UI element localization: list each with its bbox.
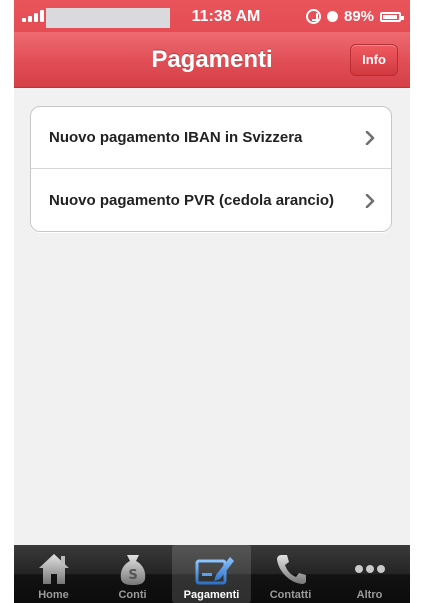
status-time: 11:38 AM xyxy=(191,8,261,25)
tab-pagamenti[interactable]: Pagamenti xyxy=(172,545,251,603)
tab-label: Pagamenti xyxy=(183,589,240,601)
signal-strength-icon xyxy=(22,10,46,22)
tab-home[interactable]: Home xyxy=(14,545,93,603)
house-icon xyxy=(39,554,69,584)
svg-text:S: S xyxy=(128,568,137,583)
tab-altro[interactable]: Altro xyxy=(330,545,409,603)
battery-percentage: 89% xyxy=(344,8,375,25)
list-item-label: Nuovo pagamento IBAN in Svizzera xyxy=(49,129,303,146)
chevron-right-icon xyxy=(365,194,375,208)
phone-icon xyxy=(277,555,306,584)
tab-label: Altro xyxy=(356,589,383,601)
list-item-pvr-payment[interactable]: Nuovo pagamento PVR (cedola arancio) xyxy=(31,170,391,232)
more-dots-icon xyxy=(355,565,385,573)
carrier-redacted-block xyxy=(46,8,170,28)
alarm-icon xyxy=(327,11,338,22)
tab-contatti[interactable]: Contatti xyxy=(251,545,330,603)
tab-label: Home xyxy=(38,589,69,601)
list-item-label: Nuovo pagamento PVR (cedola arancio) xyxy=(49,192,335,209)
tab-label: Contatti xyxy=(269,589,312,601)
payment-pen-icon xyxy=(195,557,234,585)
phone-screen: 11:38 AM 89% Pagamenti Info Nuovo pagame… xyxy=(14,0,410,603)
status-bar: 11:38 AM 89% xyxy=(14,0,410,32)
chevron-right-icon xyxy=(365,131,375,145)
tab-bar: Home S Conti Pagamenti Contatti Altro xyxy=(14,545,410,603)
tab-conti[interactable]: S Conti xyxy=(93,545,172,603)
list-item-iban-payment[interactable]: Nuovo pagamento IBAN in Svizzera xyxy=(31,107,391,169)
payment-options-list: Nuovo pagamento IBAN in Svizzera Nuovo p… xyxy=(30,106,392,232)
rotation-lock-icon xyxy=(306,9,321,24)
money-bag-icon: S xyxy=(120,555,146,585)
tab-label: Conti xyxy=(118,589,147,601)
battery-icon xyxy=(380,12,404,22)
info-button[interactable]: Info xyxy=(350,44,398,76)
